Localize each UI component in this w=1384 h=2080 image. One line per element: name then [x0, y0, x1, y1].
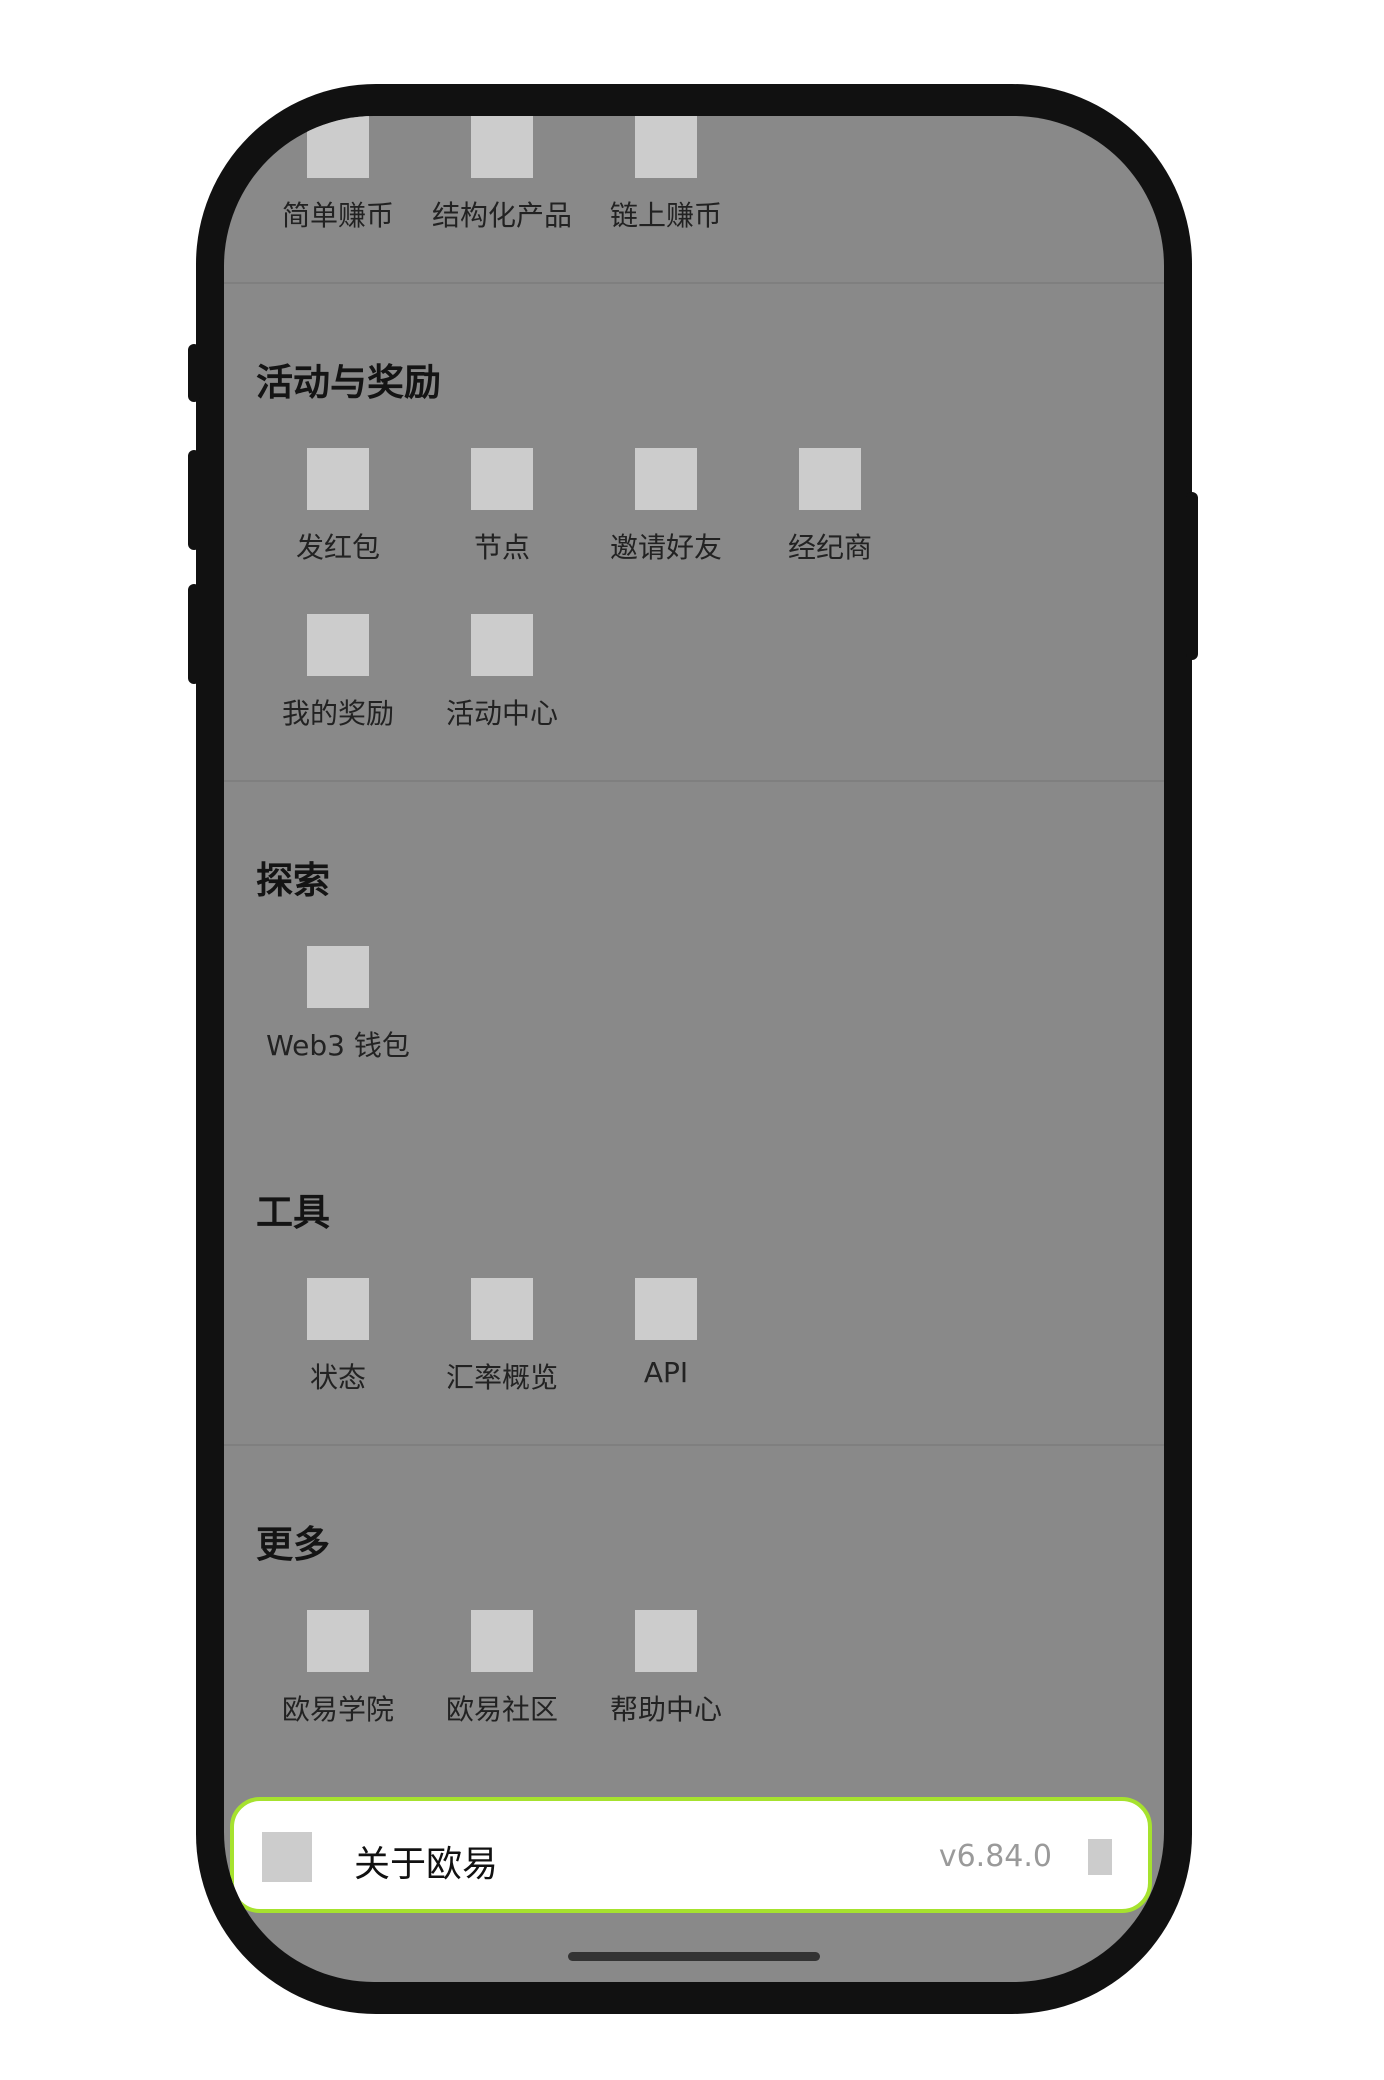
- wallet-icon: [307, 946, 369, 1008]
- menu-item-broker[interactable]: 经纪商: [720, 448, 940, 588]
- red-envelope-icon: [307, 448, 369, 510]
- person-icon: [799, 448, 861, 510]
- section-divider: [224, 780, 1164, 782]
- graduation-cap-icon: [307, 1610, 369, 1672]
- side-button-volume-down: [188, 584, 200, 684]
- phone-frame: 简单赚币 结构化产品 链上赚币 活动与奖励 发红包 节点 邀请好友 经纪商 我的…: [188, 84, 1198, 2014]
- ticket-star-icon: [307, 614, 369, 676]
- menu-item-help-center[interactable]: 帮助中心: [556, 1610, 776, 1750]
- app-screen: 简单赚币 结构化产品 链上赚币 活动与奖励 发红包 节点 邀请好友 经纪商 我的…: [224, 116, 1164, 1982]
- side-button-silent: [188, 344, 200, 402]
- help-question-icon: [635, 1610, 697, 1672]
- side-button-volume-up: [188, 450, 200, 550]
- party-popper-icon: [471, 614, 533, 676]
- structured-product-icon: [471, 116, 533, 178]
- section-divider: [224, 1444, 1164, 1446]
- menu-item-web3-wallet[interactable]: Web3 钱包: [228, 946, 448, 1086]
- planet-icon: [471, 1610, 533, 1672]
- menu-item-label: 经纪商: [787, 531, 872, 564]
- onchain-nodes-icon: [635, 116, 697, 178]
- section-divider: [224, 282, 1164, 284]
- section-title-explore: 探索: [256, 859, 330, 902]
- menu-item-label: 链上赚币: [609, 199, 722, 232]
- node-hierarchy-icon: [471, 448, 533, 510]
- menu-item-onchain-earn[interactable]: 链上赚币: [556, 116, 776, 256]
- home-indicator[interactable]: [568, 1952, 820, 1961]
- menu-item-label: 帮助中心: [609, 1693, 722, 1726]
- section-title-activities: 活动与奖励: [256, 361, 441, 404]
- code-icon: [635, 1278, 697, 1340]
- status-monitor-icon: [307, 1278, 369, 1340]
- exchange-rate-chart-icon: [471, 1278, 533, 1340]
- gift-icon: [635, 448, 697, 510]
- money-bag-icon: [307, 116, 369, 178]
- menu-item-activity-center[interactable]: 活动中心: [392, 614, 612, 754]
- about-title: 关于欧易: [354, 1844, 499, 1885]
- menu-item-label: API: [643, 1356, 689, 1389]
- info-icon: [262, 1832, 312, 1882]
- section-title-tools: 工具: [256, 1191, 330, 1234]
- app-version: v6.84.0: [938, 1839, 1052, 1874]
- side-button-power: [1186, 492, 1198, 660]
- section-title-more: 更多: [256, 1523, 330, 1566]
- about-okx-row[interactable]: 关于欧易 v6.84.0: [230, 1797, 1152, 1913]
- menu-item-api[interactable]: API: [556, 1278, 776, 1418]
- menu-item-label: Web3 钱包: [266, 1029, 410, 1062]
- chevron-right-icon: [1088, 1839, 1112, 1875]
- menu-item-label: 活动中心: [445, 697, 558, 730]
